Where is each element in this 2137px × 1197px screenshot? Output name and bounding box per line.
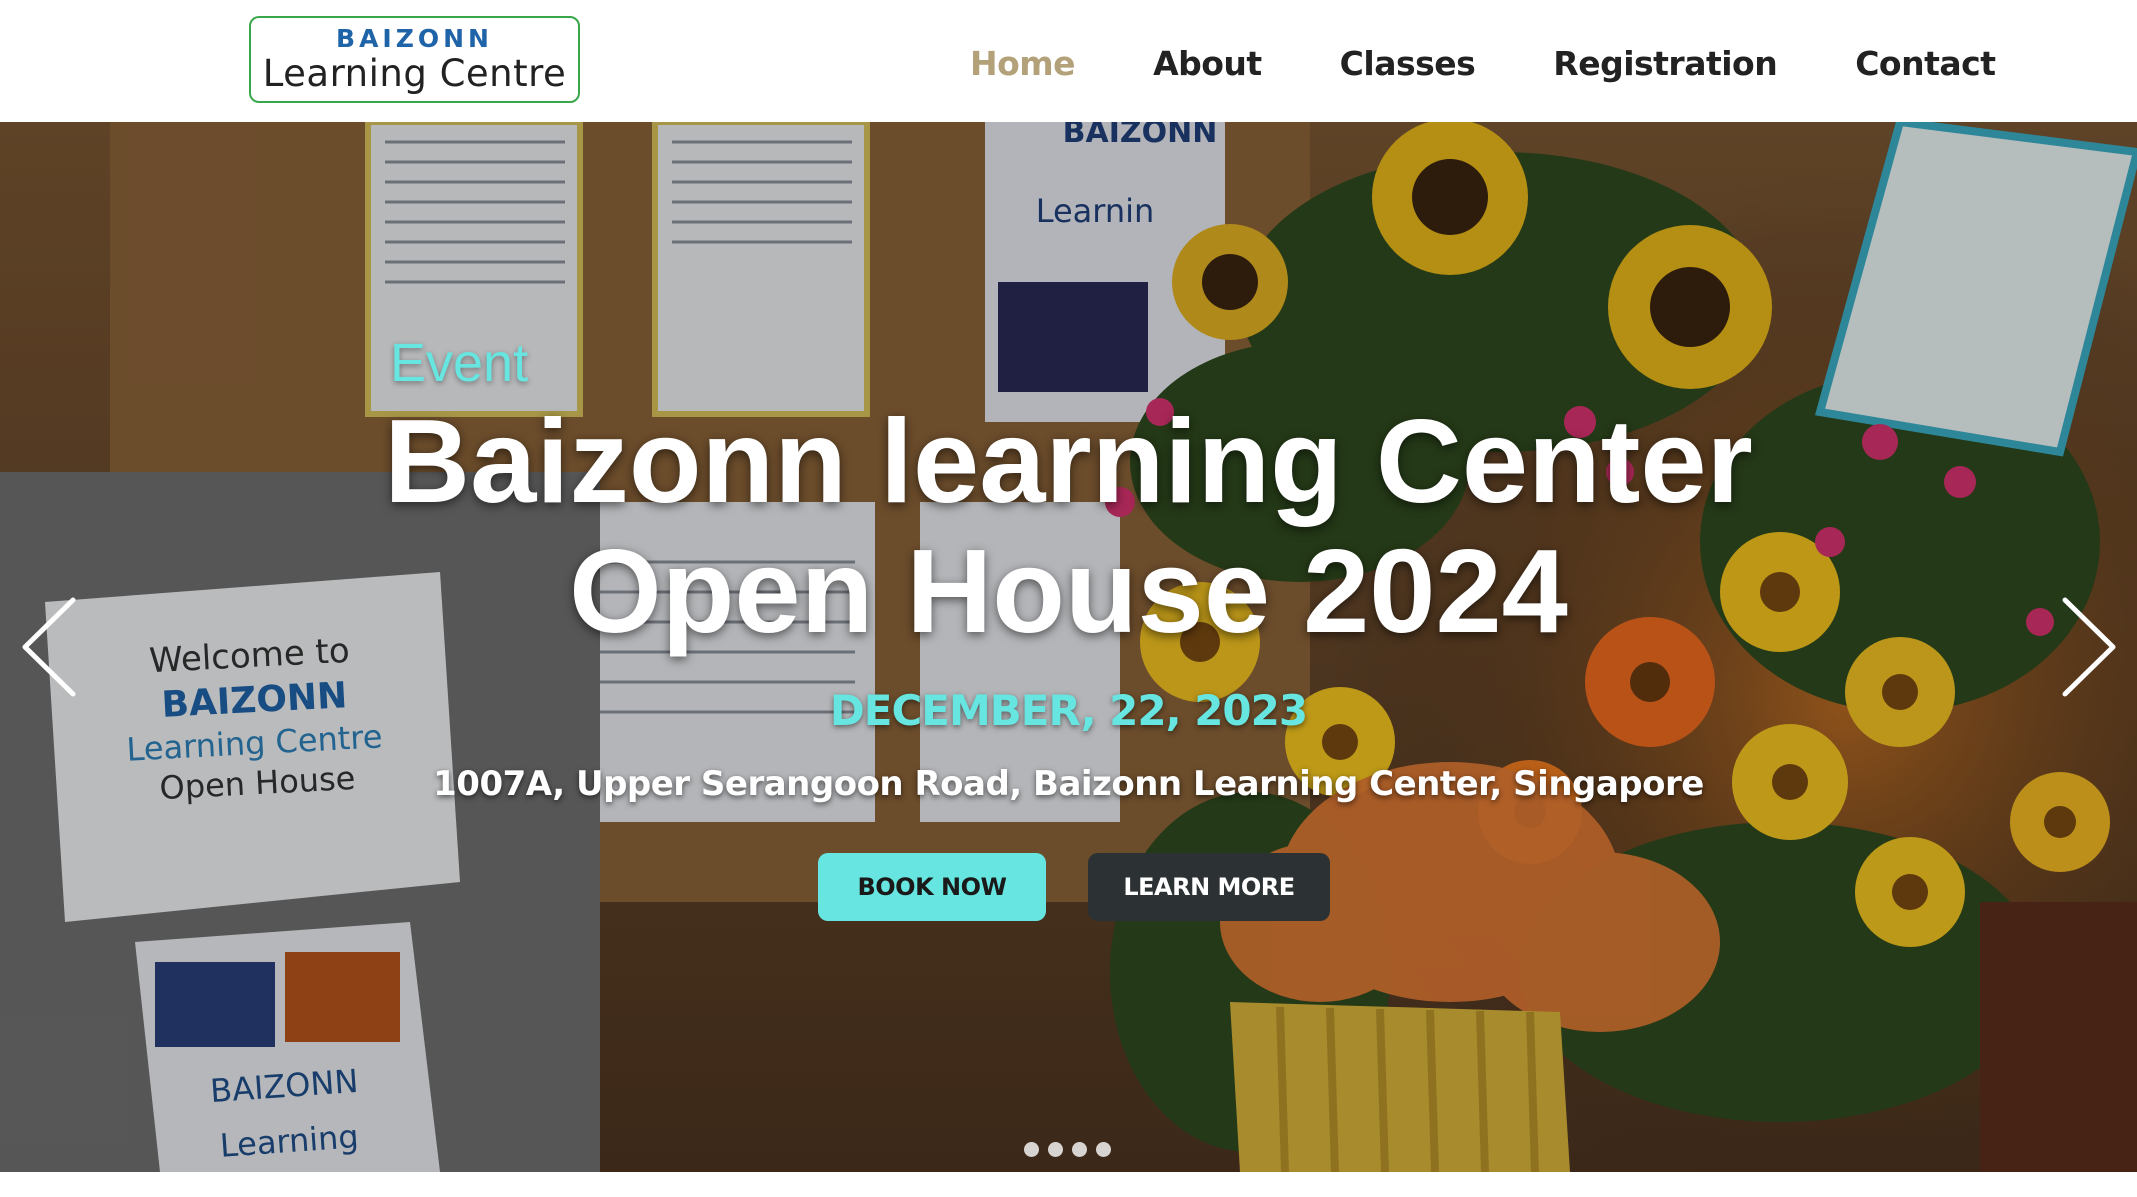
nav-registration[interactable]: Registration [1553, 44, 1777, 83]
site-header: BAIZONN Learning Centre Home About Class… [0, 0, 2137, 122]
slide-indicators [1024, 1142, 1111, 1157]
nav-about[interactable]: About [1153, 44, 1262, 83]
hero-title-line-1: Baizonn learning Center [384, 395, 1753, 528]
event-tag: Event [390, 333, 529, 393]
chevron-right-icon [2062, 597, 2116, 697]
event-date: DECEMBER, 22, 2023 [829, 686, 1308, 735]
nav-contact[interactable]: Contact [1855, 44, 1996, 83]
slide-dot-2[interactable] [1048, 1142, 1063, 1157]
previous-slide-button[interactable] [15, 592, 85, 702]
hero-title: Baizonn learning Center Open House 2024 [270, 397, 1867, 657]
chevron-left-icon [22, 597, 76, 697]
learn-more-button[interactable]: LEARN MORE [1088, 853, 1330, 921]
logo-brand: BAIZONN [336, 24, 493, 53]
next-slide-button[interactable] [2053, 592, 2123, 702]
slide-dot-4[interactable] [1096, 1142, 1111, 1157]
nav-classes[interactable]: Classes [1340, 44, 1476, 83]
book-now-button[interactable]: BOOK NOW [818, 853, 1046, 921]
slide-dot-3[interactable] [1072, 1142, 1087, 1157]
page-bottom-strip [0, 1172, 2137, 1197]
logo-subtitle: Learning Centre [262, 52, 567, 95]
hero-title-line-2: Open House 2024 [569, 525, 1568, 658]
event-address: 1007A, Upper Serangoon Road, Baizonn Lea… [433, 764, 1704, 804]
nav-home[interactable]: Home [970, 44, 1076, 83]
main-nav: Home About Classes Registration Contact [970, 38, 1996, 88]
slide-dot-1[interactable] [1024, 1142, 1039, 1157]
site-logo[interactable]: BAIZONN Learning Centre [249, 16, 580, 103]
hero-slider: Welcome to BAIZONN Learning Centre Open … [0, 122, 2137, 1172]
